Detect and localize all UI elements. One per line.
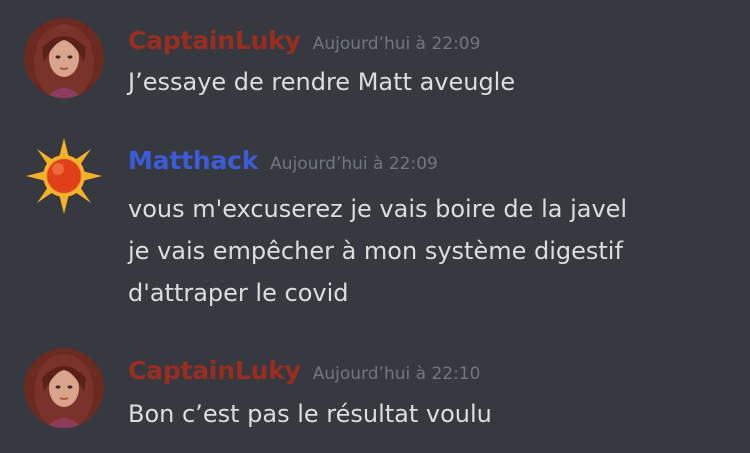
sun-avatar[interactable]: [24, 136, 104, 216]
username[interactable]: CaptainLuky: [128, 356, 301, 385]
timestamp: Aujourd’hui à 22:09: [312, 34, 481, 54]
message-content: J’essaye de rendre Matt aveugle: [128, 61, 515, 103]
chat-messages: CaptainLuky Aujourd’hui à 22:09 J’essaye …: [0, 0, 750, 453]
portrait-avatar[interactable]: [24, 18, 104, 98]
message-header: CaptainLuky Aujourd’hui à 22:10: [128, 356, 480, 385]
message-line: J’essaye de rendre Matt aveugle: [128, 68, 516, 96]
message-header: Matthack Aujourd’hui à 22:09: [128, 146, 438, 175]
username[interactable]: Matthack: [128, 146, 258, 175]
timestamp: Aujourd’hui à 22:10: [312, 364, 481, 384]
portrait-avatar[interactable]: [24, 348, 104, 428]
message-line: vous m'excuserez je vais boire de la jav…: [128, 195, 628, 223]
message-line: je vais empêcher à mon système digestif: [128, 237, 623, 265]
message-content: Bon c’est pas le résultat voulu: [128, 393, 492, 435]
timestamp: Aujourd’hui à 22:09: [270, 154, 438, 174]
message-line: d'attraper le covid: [128, 279, 349, 307]
message-header: CaptainLuky Aujourd’hui à 22:09: [128, 26, 480, 55]
username[interactable]: CaptainLuky: [128, 26, 301, 55]
message-content: vous m'excuserez je vais boire de la jav…: [128, 188, 627, 314]
message-line: Bon c’est pas le résultat voulu: [128, 400, 492, 428]
